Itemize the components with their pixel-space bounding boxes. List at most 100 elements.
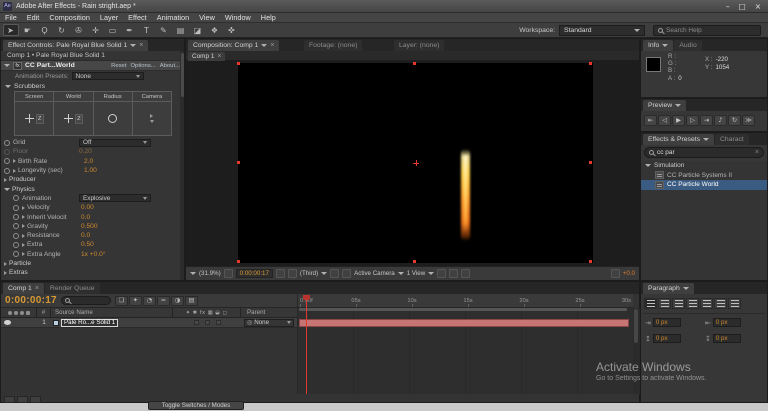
eye-toggle[interactable] bbox=[4, 320, 11, 325]
layer-handle[interactable] bbox=[237, 260, 240, 263]
tab-paragraph[interactable]: Paragraph bbox=[643, 283, 694, 294]
first-frame-button[interactable]: ⇤ bbox=[644, 115, 657, 126]
live-update-button[interactable]: ✦ bbox=[129, 296, 142, 306]
effect-controls-scrollbar[interactable] bbox=[180, 51, 184, 280]
tab-effects-presets[interactable]: Effects & Presets bbox=[643, 134, 714, 145]
close-button[interactable]: × bbox=[755, 2, 761, 11]
stopwatch-icon[interactable] bbox=[4, 168, 10, 174]
resolution-dropdown[interactable]: (Third) bbox=[300, 270, 318, 277]
options-link[interactable]: Options... bbox=[130, 63, 155, 69]
layer-anchor-point[interactable] bbox=[413, 160, 419, 166]
tab-effect-controls[interactable]: Effect Controls: Pale Royal Blue Solid 1… bbox=[3, 40, 148, 51]
current-time-indicator[interactable] bbox=[303, 295, 310, 300]
hide-shy-layers-button[interactable]: ≈ bbox=[157, 296, 170, 306]
stopwatch-icon[interactable] bbox=[4, 158, 10, 164]
parent-dropdown[interactable]: ◎ None bbox=[244, 319, 294, 327]
clone-stamp-tool[interactable]: ▤ bbox=[173, 24, 189, 36]
stopwatch-icon[interactable] bbox=[13, 223, 19, 229]
layer-switch[interactable] bbox=[216, 320, 221, 325]
menu-window[interactable]: Window bbox=[220, 13, 256, 22]
align-left-button[interactable] bbox=[644, 298, 657, 309]
toggle-switches-modes-button[interactable]: Toggle Switches / Modes bbox=[148, 401, 244, 410]
left-indent-field[interactable]: 0 px bbox=[653, 318, 681, 327]
pixel-aspect-correction-button[interactable] bbox=[437, 269, 446, 278]
stopwatch-icon[interactable] bbox=[13, 214, 19, 220]
disclosure-icon[interactable] bbox=[4, 271, 7, 275]
panel-menu-icon[interactable] bbox=[683, 287, 689, 290]
safe-areas-button[interactable] bbox=[224, 269, 233, 278]
layer-handle[interactable] bbox=[589, 260, 592, 263]
property-value[interactable]: 0.50 bbox=[81, 241, 94, 248]
tab-audio[interactable]: Audio bbox=[674, 40, 701, 51]
ram-preview-button[interactable]: ≫ bbox=[742, 115, 755, 126]
expand-transfer-panes-button[interactable] bbox=[17, 396, 28, 403]
brush-tool[interactable]: ✎ bbox=[156, 24, 172, 36]
menu-help[interactable]: Help bbox=[256, 13, 281, 22]
tab-info[interactable]: Info bbox=[643, 40, 673, 51]
space-before-field[interactable]: 0 px bbox=[653, 334, 681, 343]
tab-character[interactable]: Charact bbox=[715, 134, 749, 145]
menu-composition[interactable]: Composition bbox=[44, 13, 95, 22]
close-tab-icon[interactable]: × bbox=[217, 53, 221, 60]
property-value[interactable]: 0.00 bbox=[81, 204, 94, 211]
last-frame-button[interactable]: ⇥ bbox=[700, 115, 713, 126]
timeline-button[interactable] bbox=[461, 269, 470, 278]
draft-3d-button[interactable]: ◔ bbox=[143, 296, 156, 306]
3d-view-dropdown[interactable]: Active Camera bbox=[354, 270, 395, 277]
disclosure-icon[interactable] bbox=[4, 178, 7, 182]
disclosure-open-icon[interactable] bbox=[5, 85, 11, 88]
minimize-button[interactable]: – bbox=[726, 2, 730, 11]
layer-handle[interactable] bbox=[413, 260, 416, 263]
frame-blending-button[interactable]: ◑ bbox=[171, 296, 184, 306]
camera-scrubber-icon[interactable] bbox=[150, 120, 154, 123]
snapshot-button[interactable] bbox=[276, 269, 285, 278]
disclosure-icon[interactable] bbox=[13, 159, 16, 163]
transparency-grid-button[interactable] bbox=[342, 269, 351, 278]
property-value[interactable]: 0.0 bbox=[81, 214, 90, 221]
property-value[interactable]: 1.00 bbox=[84, 167, 97, 174]
effects-search-box[interactable]: × bbox=[644, 147, 764, 158]
close-tab-icon[interactable]: × bbox=[270, 42, 274, 49]
pickwhip-icon[interactable]: ◎ bbox=[247, 319, 252, 326]
timeline-vertical-scrollbar[interactable] bbox=[633, 308, 640, 394]
fast-previews-button[interactable] bbox=[449, 269, 458, 278]
reset-link[interactable]: Reset bbox=[111, 63, 126, 69]
stopwatch-icon[interactable] bbox=[13, 242, 19, 248]
shape-tool[interactable]: ▭ bbox=[105, 24, 121, 36]
disclosure-icon[interactable] bbox=[22, 224, 25, 228]
reset-exposure-button[interactable] bbox=[611, 269, 620, 278]
justify-last-left-button[interactable] bbox=[686, 298, 699, 309]
effect-enabled-toggle[interactable]: fx bbox=[13, 62, 22, 70]
camera-tool[interactable]: ✇ bbox=[71, 24, 87, 36]
hand-tool[interactable]: ☛ bbox=[20, 24, 36, 36]
screen-scrubber-crosshair-icon[interactable] bbox=[25, 114, 34, 123]
disclosure-icon[interactable] bbox=[4, 262, 7, 266]
disclosure-icon[interactable] bbox=[22, 206, 25, 210]
stopwatch-icon[interactable] bbox=[13, 233, 19, 239]
stopwatch-icon[interactable] bbox=[13, 205, 19, 211]
rotation-tool[interactable]: ↻ bbox=[54, 24, 70, 36]
menu-edit[interactable]: Edit bbox=[22, 13, 45, 22]
align-right-button[interactable] bbox=[672, 298, 685, 309]
disclosure-icon[interactable] bbox=[22, 215, 25, 219]
layer-handle[interactable] bbox=[413, 62, 416, 65]
tree-item-cc-particle-systems[interactable]: CC Particle Systems II bbox=[641, 171, 767, 181]
justify-last-right-button[interactable] bbox=[714, 298, 727, 309]
composition-viewer[interactable] bbox=[186, 61, 639, 266]
workspace-dropdown[interactable]: Standard bbox=[559, 25, 645, 36]
layer-handle[interactable] bbox=[237, 62, 240, 65]
world-scrubber-crosshair-icon[interactable] bbox=[64, 114, 73, 123]
stopwatch-icon[interactable] bbox=[13, 251, 19, 257]
tree-folder-simulation[interactable]: Simulation bbox=[641, 161, 767, 171]
previous-frame-button[interactable]: ◁ bbox=[658, 115, 671, 126]
tab-composition[interactable]: Composition: Comp 1 × bbox=[188, 40, 279, 51]
current-time-display[interactable]: 0:00:00:17 bbox=[236, 269, 273, 278]
tab-layer-viewer[interactable]: Layer: (none) bbox=[394, 40, 444, 51]
property-value[interactable]: 2.0 bbox=[84, 158, 93, 165]
region-of-interest-button[interactable] bbox=[330, 269, 339, 278]
layer-handle[interactable] bbox=[589, 161, 592, 164]
close-tab-icon[interactable]: × bbox=[139, 42, 143, 49]
layer-handle[interactable] bbox=[237, 161, 240, 164]
animation-dropdown[interactable]: Explosive bbox=[79, 194, 151, 202]
right-indent-field[interactable]: 0 px bbox=[713, 318, 741, 327]
